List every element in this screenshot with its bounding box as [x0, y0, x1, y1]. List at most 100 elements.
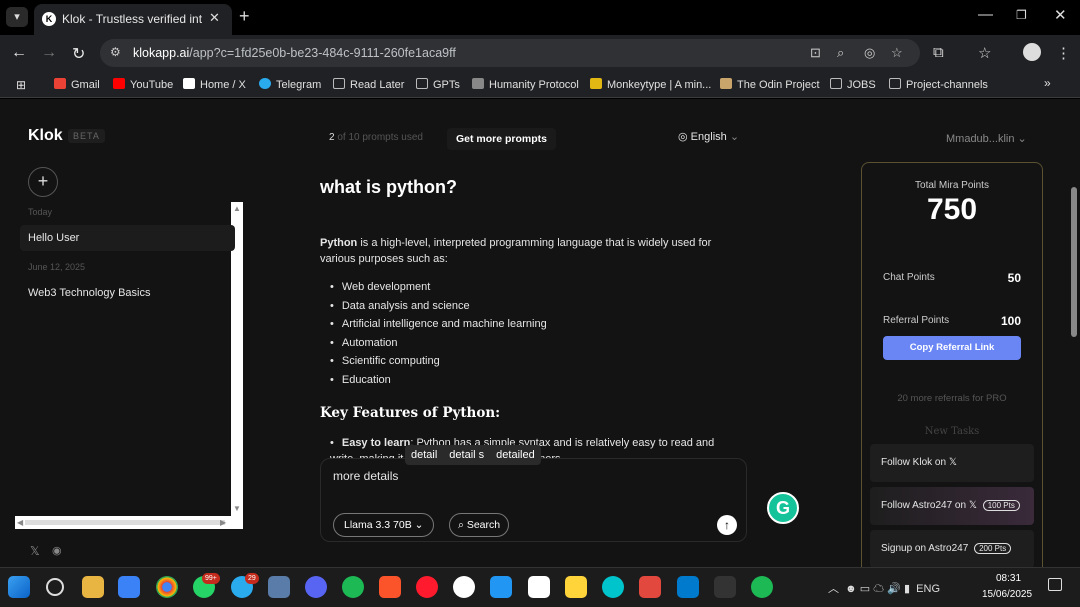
url-text[interactable]: klokapp.ai/app?c=1fd25e0b-be23-484c-9111… — [133, 46, 456, 60]
new-tab-button[interactable]: + — [239, 6, 250, 27]
folder-icon — [333, 78, 345, 89]
bookmark-monkeytype[interactable]: Monkeytype | A min... — [590, 78, 711, 91]
app-icon[interactable] — [714, 576, 736, 598]
bookmark-jobs[interactable]: JOBS — [830, 78, 876, 91]
sidebar: Klok BETA + ▲ ▼ ◀ ▶ Today Hello User Jun… — [0, 99, 250, 567]
canva-icon[interactable] — [602, 576, 624, 598]
bookmark-project-channels[interactable]: Project-channels — [889, 78, 988, 91]
back-icon[interactable]: ← — [11, 44, 27, 62]
language-select[interactable]: ◎ English ⌄ — [678, 130, 739, 143]
tab-search-button[interactable]: ▾ — [6, 7, 28, 27]
new-tasks-heading: New Tasks — [924, 426, 980, 437]
task-follow-astro[interactable]: Follow Astro247 on 𝕏 100 Pts — [870, 487, 1034, 525]
app-icon[interactable] — [268, 576, 290, 598]
bookmarks-icon[interactable]: ☆ — [978, 44, 991, 62]
suggestion-item[interactable]: detailed — [490, 449, 541, 461]
history-item-web3[interactable]: Web3 Technology Basics — [20, 280, 235, 306]
search-icon[interactable] — [46, 578, 64, 596]
site-info-icon[interactable]: ⚙ — [110, 45, 121, 59]
x-icon: 𝕏 — [968, 500, 977, 511]
system-tray[interactable]: ︿ ☻ ▭ ☁ 🔊 ▮ ENG — [828, 580, 940, 596]
bookmark-gmail[interactable]: Gmail — [54, 78, 100, 91]
spotify-icon[interactable] — [342, 576, 364, 598]
address-bar[interactable]: ⚙ klokapp.ai/app?c=1fd25e0b-be23-484c-91… — [100, 39, 920, 67]
browser-tab-active[interactable]: K Klok - Trustless verified intellige ✕ — [34, 4, 232, 35]
history-item-hello-user[interactable]: Hello User — [20, 225, 235, 251]
notification-icon[interactable] — [1048, 578, 1062, 591]
message-input[interactable]: more details — [333, 469, 398, 483]
spotify-icon[interactable] — [751, 576, 773, 598]
install-app-icon[interactable]: ⊡ — [810, 45, 821, 61]
bookmark-telegram[interactable]: Telegram — [259, 78, 321, 91]
windows-taskbar: 99+ 29 ︿ ☻ ▭ ☁ 🔊 ▮ ENG 08:31 15/06/2025 — [0, 567, 1080, 607]
model-select[interactable]: Llama 3.3 70B ⌄ — [333, 513, 435, 537]
wps-icon[interactable] — [639, 576, 661, 598]
brave-icon[interactable] — [379, 576, 401, 598]
more-bookmarks-icon[interactable]: » — [1044, 76, 1051, 90]
tab-close-icon[interactable]: ✕ — [209, 10, 220, 26]
window-close-icon[interactable]: ✕ — [1054, 6, 1067, 24]
store-icon[interactable] — [118, 576, 140, 598]
bookmark-read-later[interactable]: Read Later — [333, 78, 404, 91]
page-scroll-thumb[interactable] — [1071, 187, 1077, 337]
minimize-icon[interactable]: — — [978, 6, 993, 23]
get-more-prompts-button[interactable]: Get more prompts — [447, 128, 557, 150]
x-icon[interactable]: 𝕏 — [30, 544, 40, 558]
file-explorer-icon[interactable] — [82, 576, 104, 598]
youtube-icon — [113, 78, 125, 89]
eye-off-icon[interactable]: ◎ — [864, 45, 875, 61]
scroll-up-icon[interactable]: ▲ — [233, 204, 241, 213]
chrome-icon[interactable] — [156, 576, 178, 598]
bookmark-odin[interactable]: The Odin Project — [720, 78, 820, 91]
discord-icon[interactable] — [305, 576, 327, 598]
bookmark-gpts[interactable]: GPTs — [416, 78, 460, 91]
copy-referral-button[interactable]: Copy Referral Link — [883, 336, 1021, 360]
clock-time[interactable]: 08:31 — [996, 573, 1021, 584]
forward-icon[interactable]: → — [41, 44, 57, 62]
notes-icon[interactable] — [490, 576, 512, 598]
sticky-notes-icon[interactable] — [565, 576, 587, 598]
discord-icon[interactable]: ◉ — [52, 544, 62, 557]
extensions-icon[interactable]: ⧉ — [933, 44, 944, 61]
menu-icon[interactable]: ⋮ — [1056, 44, 1071, 62]
scroll-right-icon[interactable]: ▶ — [220, 518, 226, 527]
scroll-down-icon[interactable]: ▼ — [233, 504, 241, 513]
sidebar-scrollbar[interactable] — [231, 202, 243, 529]
user-menu[interactable]: Mmadub...klin ⌄ — [946, 132, 1027, 145]
folder-icon — [889, 78, 901, 89]
page-scrollbar[interactable] — [1068, 99, 1080, 567]
restore-icon[interactable]: ❐ — [1016, 8, 1027, 22]
referral-points-value: 100 — [1000, 314, 1021, 328]
browser-toolbar: ← → ↻ ⚙ klokapp.ai/app?c=1fd25e0b-be23-4… — [0, 35, 1080, 72]
grammarly-icon[interactable]: G — [767, 492, 799, 524]
points-badge: 200 Pts — [974, 543, 1012, 554]
bookmark-humanity[interactable]: Humanity Protocol — [472, 78, 579, 91]
search-toggle-button[interactable]: ⌕ Search — [449, 513, 510, 537]
yandex-icon[interactable] — [453, 576, 475, 598]
zoom-icon[interactable]: ⌕ — [837, 45, 844, 61]
clock-date[interactable]: 15/06/2025 — [982, 589, 1032, 600]
sidebar-hscroll-thumb[interactable] — [25, 520, 225, 525]
profile-avatar[interactable] — [1023, 43, 1041, 61]
list-item: Education — [330, 371, 547, 390]
search-icon: ⌕ — [458, 519, 464, 531]
reload-icon[interactable]: ↻ — [72, 44, 85, 64]
bookmark-x[interactable]: Home / X — [183, 78, 246, 91]
bookmark-youtube[interactable]: YouTube — [113, 78, 173, 91]
whatsapp-badge: 99+ — [202, 573, 220, 584]
scroll-left-icon[interactable]: ◀ — [17, 518, 23, 527]
task-signup-astro[interactable]: Signup on Astro247 200 Pts — [870, 530, 1034, 567]
suggestion-item[interactable]: detail — [405, 449, 443, 461]
vscode-icon[interactable] — [677, 576, 699, 598]
new-chat-button[interactable]: + — [28, 167, 58, 197]
bookmark-star-icon[interactable]: ☆ — [891, 45, 903, 61]
telegram-icon — [259, 78, 271, 89]
message-composer: more details Llama 3.3 70B ⌄ ⌕ Search ↑ — [320, 458, 747, 542]
apps-icon[interactable]: ⊞ — [16, 78, 26, 92]
opera-icon[interactable] — [416, 576, 438, 598]
suggestion-item[interactable]: detail s — [443, 449, 490, 461]
tradingview-icon[interactable] — [528, 576, 550, 598]
task-follow-klok[interactable]: Follow Klok on 𝕏 — [870, 444, 1034, 482]
send-button[interactable]: ↑ — [717, 515, 737, 535]
windows-start-icon[interactable] — [8, 576, 30, 598]
